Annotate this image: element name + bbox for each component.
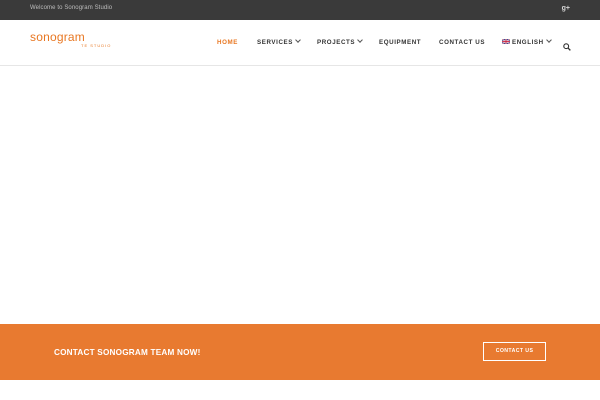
footer-strip — [0, 380, 600, 400]
nav-language-label: ENGLISH — [512, 39, 544, 46]
contact-us-button[interactable]: CONTACT US — [483, 342, 546, 361]
logo-text: sonogram — [30, 30, 85, 44]
contact-banner: CONTACT SONOGRAM TEAM NOW! CONTACT US — [0, 324, 600, 380]
logo-subtext: TE STUDIO — [81, 43, 112, 48]
welcome-text: Welcome to Sonogram Studio — [30, 5, 113, 11]
nav-projects-label: PROJECTS — [317, 39, 356, 46]
nav-services[interactable]: SERVICES — [257, 37, 301, 46]
nav-language[interactable]: ENGLISH — [502, 37, 552, 46]
nav-equipment[interactable]: EQUIPMENT — [379, 39, 421, 46]
top-bar: Welcome to Sonogram Studio g+ — [0, 0, 600, 20]
chevron-down-icon — [357, 37, 363, 43]
logo[interactable]: sonogram TE STUDIO — [30, 30, 110, 48]
uk-flag-icon — [502, 38, 510, 44]
nav-services-label: SERVICES — [257, 39, 293, 46]
site-header: sonogram TE STUDIO HOME SERVICES PROJECT… — [0, 20, 600, 66]
nav-contact[interactable]: CONTACT US — [439, 39, 485, 46]
chevron-down-icon — [545, 37, 552, 43]
google-plus-icon[interactable]: g+ — [562, 5, 570, 12]
chevron-down-icon — [295, 37, 301, 43]
nav-home[interactable]: HOME — [217, 39, 238, 46]
cta-heading: CONTACT SONOGRAM TEAM NOW! — [54, 348, 201, 357]
nav-projects[interactable]: PROJECTS — [317, 37, 363, 46]
search-icon[interactable] — [563, 38, 571, 56]
